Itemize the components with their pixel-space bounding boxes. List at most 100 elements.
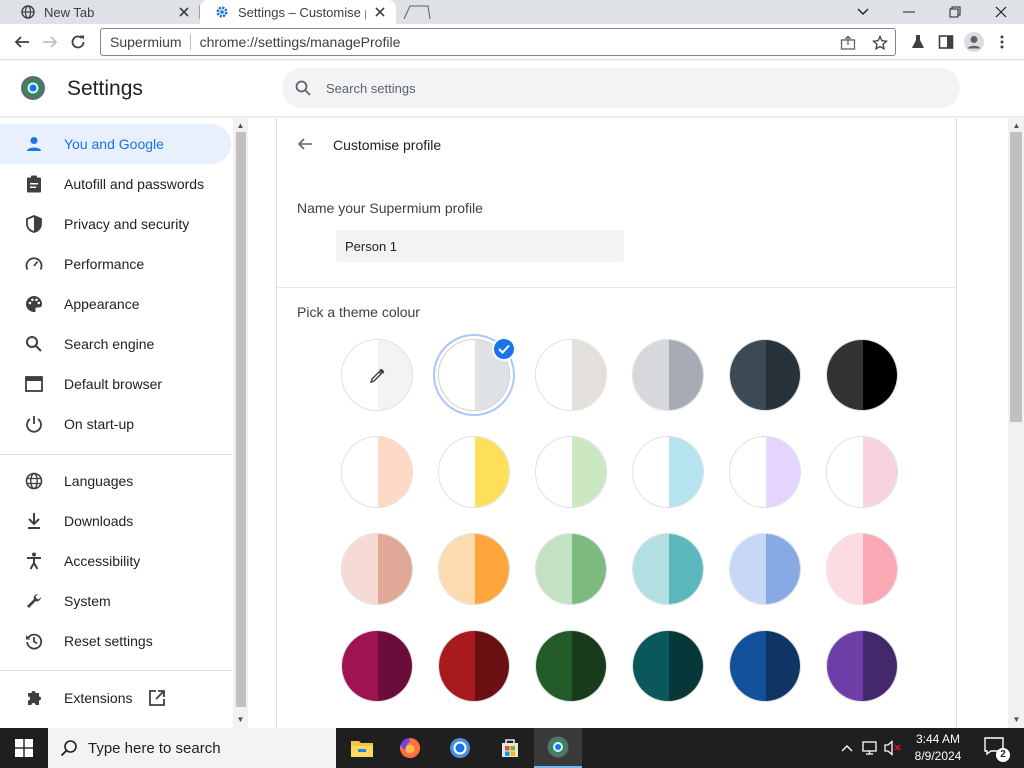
sidebar-item-label: Extensions <box>64 690 133 706</box>
theme-colour-swatch[interactable] <box>535 339 607 411</box>
theme-colour-swatch[interactable] <box>438 630 510 702</box>
swatch-right-half <box>378 437 412 507</box>
theme-colour-swatch[interactable] <box>341 533 413 605</box>
theme-colour-swatch[interactable] <box>438 533 510 605</box>
theme-colour-swatch[interactable] <box>535 436 607 508</box>
theme-colour-swatch[interactable] <box>729 630 801 702</box>
profile-avatar-icon[interactable] <box>960 28 988 56</box>
theme-colour-swatch[interactable] <box>729 436 801 508</box>
person-icon <box>24 135 44 153</box>
tab-settings[interactable]: Settings – Customise profile <box>200 0 396 24</box>
chevron-up-icon[interactable] <box>838 738 856 758</box>
close-window-button[interactable] <box>978 0 1024 24</box>
swatch-right-half <box>572 437 606 507</box>
swatch-right-half <box>766 631 800 701</box>
scrollbar-thumb[interactable] <box>236 132 246 707</box>
customise-profile-card: Customise profile Name your Supermium pr… <box>276 118 957 738</box>
back-button[interactable] <box>8 28 36 56</box>
theme-colour-swatch[interactable] <box>632 533 704 605</box>
sidebar-item-accessibility[interactable]: Accessibility <box>0 541 231 581</box>
swatch-left-half <box>827 631 863 701</box>
close-icon[interactable] <box>176 4 192 20</box>
theme-colour-swatch[interactable] <box>438 436 510 508</box>
taskbar-search-box[interactable]: Type here to search <box>48 728 336 768</box>
sidebar-item-default-browser[interactable]: Default browser <box>0 364 231 404</box>
sidebar-item-extensions[interactable]: Extensions <box>0 678 231 718</box>
new-tab-button[interactable] <box>400 2 434 22</box>
system-clock[interactable]: 3:44 AM 8/9/2024 <box>905 731 971 765</box>
profile-name-input[interactable] <box>336 230 624 262</box>
url-text[interactable]: chrome://settings/manageProfile <box>191 34 401 50</box>
theme-colour-swatch[interactable] <box>729 533 801 605</box>
sidebar-divider <box>0 670 232 671</box>
scroll-up-arrow-icon[interactable]: ▲ <box>235 120 246 130</box>
swatch-left-half <box>633 437 669 507</box>
theme-colour-swatch[interactable] <box>341 436 413 508</box>
swatch-right-half <box>669 631 703 701</box>
theme-colour-swatch[interactable] <box>535 533 607 605</box>
theme-colour-swatch[interactable] <box>341 630 413 702</box>
theme-colour-swatch[interactable] <box>632 339 704 411</box>
clock-date: 8/9/2024 <box>914 749 962 763</box>
scrollbar-thumb[interactable] <box>1010 132 1022 422</box>
volume-muted-icon[interactable] <box>884 738 902 758</box>
tab-search-button[interactable] <box>840 0 886 24</box>
reload-button[interactable] <box>64 28 92 56</box>
search-input[interactable] <box>326 68 926 108</box>
sidebar-item-downloads[interactable]: Downloads <box>0 501 231 541</box>
microsoft-store-icon[interactable] <box>486 728 534 768</box>
site-chip[interactable]: Supermium <box>101 34 191 50</box>
file-explorer-icon[interactable] <box>338 728 386 768</box>
restore-button[interactable] <box>932 0 978 24</box>
sidebar-item-system[interactable]: System <box>0 581 231 621</box>
start-button[interactable] <box>0 728 48 768</box>
search-settings-box[interactable] <box>282 68 960 108</box>
forward-button[interactable] <box>36 28 64 56</box>
sidebar-item-performance[interactable]: Performance <box>0 244 231 284</box>
theme-colour-swatch[interactable] <box>632 630 704 702</box>
sidebar-item-privacy[interactable]: Privacy and security <box>0 204 231 244</box>
sidebar-scrollbar[interactable]: ▲ ▼ <box>233 118 248 728</box>
sidebar-item-label: Appearance <box>64 296 140 312</box>
accessibility-icon <box>24 552 44 570</box>
menu-icon[interactable] <box>988 28 1016 56</box>
sidebar-item-languages[interactable]: Languages <box>0 461 231 501</box>
chromium-browser-icon[interactable] <box>436 728 484 768</box>
theme-colour-swatch[interactable] <box>535 630 607 702</box>
tab-new-tab[interactable]: New Tab <box>0 0 200 24</box>
address-bar[interactable]: Supermium chrome://settings/manageProfil… <box>100 28 896 56</box>
theme-colour-swatch[interactable] <box>729 339 801 411</box>
sidebar-item-autofill[interactable]: Autofill and passwords <box>0 164 231 204</box>
sidebar-item-you-and-google[interactable]: You and Google <box>0 124 231 164</box>
theme-colour-swatch[interactable] <box>826 533 898 605</box>
scroll-up-arrow-icon[interactable]: ▲ <box>1011 120 1022 130</box>
back-arrow-button[interactable] <box>293 132 317 156</box>
sidebar-item-on-startup[interactable]: On start-up <box>0 404 231 444</box>
close-icon[interactable] <box>372 4 388 20</box>
swatch-right-half <box>475 631 509 701</box>
sidebar-item-search-engine[interactable]: Search engine <box>0 324 231 364</box>
sidebar-item-label: Performance <box>64 256 145 272</box>
swatch-right-half <box>766 437 800 507</box>
extensions-flask-icon[interactable] <box>904 28 932 56</box>
sidebar-item-reset-settings[interactable]: Reset settings <box>0 621 231 661</box>
scroll-down-arrow-icon[interactable]: ▼ <box>1011 714 1022 724</box>
network-icon[interactable] <box>862 738 880 758</box>
theme-colour-swatch[interactable] <box>826 630 898 702</box>
sidebar-item-label: Downloads <box>64 513 134 529</box>
theme-colour-swatch[interactable] <box>826 339 898 411</box>
star-icon[interactable] <box>871 34 889 52</box>
swatch-left-half <box>342 631 378 701</box>
side-panel-icon[interactable] <box>932 28 960 56</box>
theme-colour-swatch[interactable] <box>826 436 898 508</box>
share-icon[interactable] <box>839 34 857 52</box>
main-scrollbar[interactable]: ▲ ▼ <box>1008 118 1024 728</box>
supermium-taskbar-icon[interactable] <box>534 728 582 768</box>
tab-title: Settings – Customise profile <box>238 4 366 20</box>
theme-colour-swatch[interactable] <box>632 436 704 508</box>
firefox-icon[interactable] <box>386 728 434 768</box>
minimize-button[interactable] <box>886 0 932 24</box>
scroll-down-arrow-icon[interactable]: ▼ <box>235 714 246 724</box>
sidebar-item-appearance[interactable]: Appearance <box>0 284 231 324</box>
custom-colour-swatch[interactable] <box>341 339 413 411</box>
